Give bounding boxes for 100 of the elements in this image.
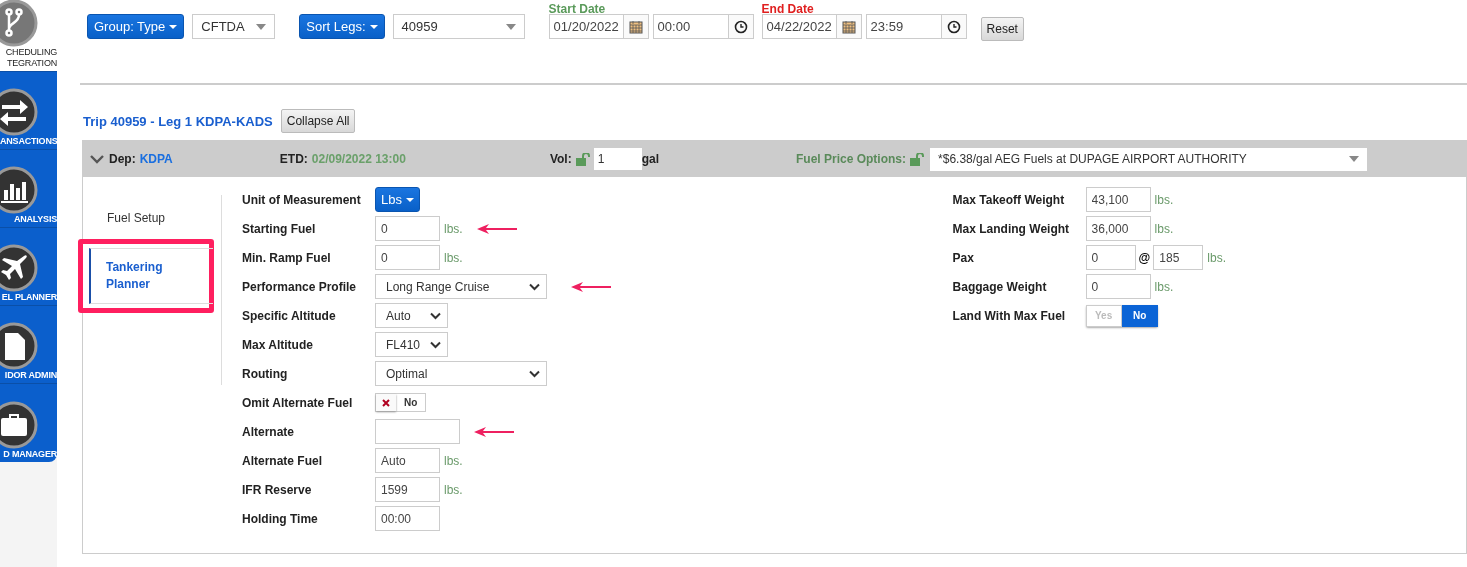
field-label: Land With Max Fuel — [952, 308, 1067, 323]
input-field[interactable]: 0 — [375, 216, 440, 241]
sidebar-label: CHEDULING TEGRATION — [4, 47, 57, 69]
select-field[interactable]: FL410 — [375, 332, 448, 357]
input-field[interactable] — [375, 419, 460, 444]
vol-unit: gal — [641, 152, 659, 166]
unit-label: lbs. — [1154, 192, 1174, 207]
field-label: Alternate — [242, 424, 295, 439]
unit-label: lbs. — [1207, 250, 1226, 265]
volume-input[interactable]: 1 — [593, 148, 642, 170]
field-label: Max Landing Weight — [952, 221, 1071, 236]
branch-icon — [0, 0, 38, 47]
field-label: Performance Profile — [242, 279, 358, 294]
caret-icon — [256, 23, 267, 30]
cross-icon — [382, 398, 390, 407]
chevron-icon — [529, 282, 540, 291]
field-label: Starting Fuel — [242, 221, 317, 236]
sidebar-label: D MANAGER — [2, 449, 57, 459]
unlock-icon[interactable] — [909, 152, 926, 166]
reset-button[interactable]: Reset — [980, 17, 1024, 41]
unit-label: lbs. — [444, 453, 463, 468]
sidebar-label: ANALYSIS — [12, 214, 57, 224]
input-field[interactable]: 0 — [1085, 274, 1151, 299]
sort-button[interactable]: Sort Legs: — [299, 14, 385, 39]
date-field[interactable]: 01/20/2022 — [548, 14, 649, 39]
date-label: End Date — [761, 3, 815, 15]
caret-icon — [169, 24, 178, 29]
fuel-price-select[interactable]: *$6.38/gal AEG Fuels at DUPAGE AIRPORT AUTHORITY — [930, 147, 1368, 171]
caret-icon — [405, 197, 414, 202]
sidebar-label: EL PLANNER — [0, 292, 57, 302]
sidebar-item[interactable]: D MANAGER — [0, 384, 57, 462]
document-icon — [0, 322, 38, 370]
field-label: Holding Time — [242, 511, 319, 526]
caret-icon — [505, 23, 516, 30]
sidebar-item[interactable]: ANALYSIS — [0, 150, 57, 228]
unit-label: lbs. — [1154, 279, 1174, 294]
unit-dropdown-button[interactable]: Lbs — [375, 187, 420, 212]
calendar-icon — [841, 19, 856, 34]
pax-weight-input[interactable]: 185 — [1153, 245, 1204, 270]
vol-label: Vol: — [549, 152, 572, 166]
toggle-option[interactable]: No — [1121, 304, 1158, 327]
leg-select[interactable]: 40959 — [392, 14, 525, 39]
sidebar-item[interactable]: IDOR ADMIN — [0, 306, 57, 384]
bar-chart-icon — [0, 166, 38, 214]
caret-icon — [1349, 156, 1360, 162]
field-label: Routing — [242, 366, 289, 381]
select-field[interactable]: Long Range Cruise — [375, 274, 547, 299]
dep-label: Dep: — [109, 152, 136, 166]
field-label: Min. Ramp Fuel — [242, 250, 332, 265]
caret-icon — [369, 24, 378, 29]
exchange-icon — [0, 88, 38, 136]
field-label: Max Takeoff Weight — [952, 192, 1066, 207]
select-field[interactable]: Optimal — [375, 361, 547, 386]
briefcase-icon — [0, 401, 38, 449]
etd-value: 02/09/2022 13:00 — [311, 152, 406, 166]
plane-icon — [0, 244, 38, 292]
chevron-icon — [430, 311, 441, 320]
time-field[interactable]: 23:59 — [865, 14, 967, 39]
group-select[interactable]: CFTDA — [192, 14, 276, 39]
unit-label: lbs. — [444, 221, 463, 236]
pax-count-input[interactable]: 0 — [1085, 245, 1136, 270]
tab[interactable]: Tankering Planner — [89, 248, 213, 304]
unit-label: lbs. — [1154, 221, 1174, 236]
input-field[interactable]: 1599 — [375, 477, 440, 502]
chevron-icon — [430, 340, 441, 349]
tab[interactable]: Fuel Setup — [83, 195, 205, 235]
field-label: Unit of Measurement — [242, 192, 362, 207]
input-field[interactable]: 00:00 — [375, 506, 440, 531]
sidebar-item[interactable]: ANSACTIONS — [0, 72, 57, 150]
clock-icon — [733, 19, 748, 34]
chevron-icon — [529, 369, 540, 378]
collapse-all-button[interactable]: Collapse All — [280, 109, 356, 133]
trip-title: Trip 40959 - Leg 1 KDPA-KADS — [83, 113, 273, 129]
field-label: Omit Alternate Fuel — [242, 395, 354, 410]
sidebar-item[interactable]: CHEDULING TEGRATION — [0, 0, 57, 72]
field-label: Pax — [952, 250, 975, 265]
at-sign: @ — [1138, 250, 1151, 265]
input-field[interactable]: Auto — [375, 448, 440, 473]
input-field[interactable]: 43,100 — [1085, 187, 1151, 212]
dep-airport: KDPA — [139, 152, 173, 166]
sidebar-label: IDOR ADMIN — [3, 370, 57, 380]
toggle-switch[interactable]: No — [375, 393, 427, 412]
calendar-icon — [628, 19, 643, 34]
price-label: Fuel Price Options: — [796, 152, 907, 166]
unit-label: lbs. — [444, 482, 463, 497]
sidebar-item[interactable]: EL PLANNER — [0, 228, 57, 306]
input-field[interactable]: 0 — [375, 245, 440, 270]
chevron-icon[interactable] — [90, 154, 104, 164]
unlock-icon[interactable] — [574, 152, 591, 166]
field-label: Baggage Weight — [952, 279, 1048, 294]
field-label: Alternate Fuel — [242, 453, 323, 468]
field-label: Specific Altitude — [242, 308, 337, 323]
field-label: IFR Reserve — [242, 482, 313, 497]
time-field[interactable]: 00:00 — [652, 14, 754, 39]
date-label: Start Date — [548, 3, 607, 15]
input-field[interactable]: 36,000 — [1085, 216, 1151, 241]
date-field[interactable]: 04/22/2022 — [761, 14, 862, 39]
group-button[interactable]: Group: Type — [87, 14, 185, 39]
select-field[interactable]: Auto — [375, 303, 448, 328]
leg-header[interactable]: Dep: KDPA ETD: 02/09/2022 13:00 Vol: 1 gal Fuel Price Options: *$6.38/gal AEG Fuels at DUPAGE AIRPORT AUTHORITY — [83, 141, 1466, 177]
